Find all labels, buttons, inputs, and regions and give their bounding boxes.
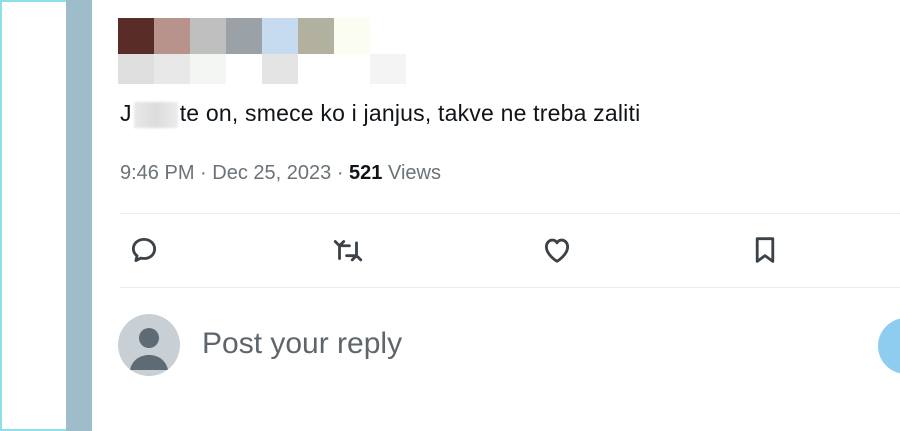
reply-input[interactable]: Post your reply [202,322,802,366]
avatar[interactable] [118,314,180,376]
bookmark-icon [755,237,775,263]
heart-icon [544,238,570,263]
meta-separator: · [336,162,350,184]
tweet-date[interactable]: Dec 25, 2023 [212,162,331,184]
reply-button[interactable] [127,233,161,267]
redacted-word [133,101,178,128]
divider [120,287,900,288]
retweet-icon [333,240,363,262]
tweet-time[interactable]: 9:46 PM [120,162,194,184]
bookmark-button[interactable] [748,233,782,267]
tweet-meta: 9:46 PM · Dec 25, 2023 · 521 Views [120,162,441,185]
default-avatar-icon [130,328,168,370]
retweet-button[interactable] [331,233,365,267]
meta-separator: · [200,162,213,184]
left-thread-bar [66,0,92,431]
reply-icon [131,237,157,263]
like-button[interactable] [540,233,574,267]
divider [120,213,900,214]
tweet-text-body: te on, smece ko i janjus, takve ne treba… [179,100,641,126]
tweet-text-prefix: J [120,100,132,126]
tweet-text: Jte on, smece ko i janjus, takve ne treb… [120,100,640,128]
views-count: 521 [349,162,383,184]
views-label: Views [387,162,441,184]
